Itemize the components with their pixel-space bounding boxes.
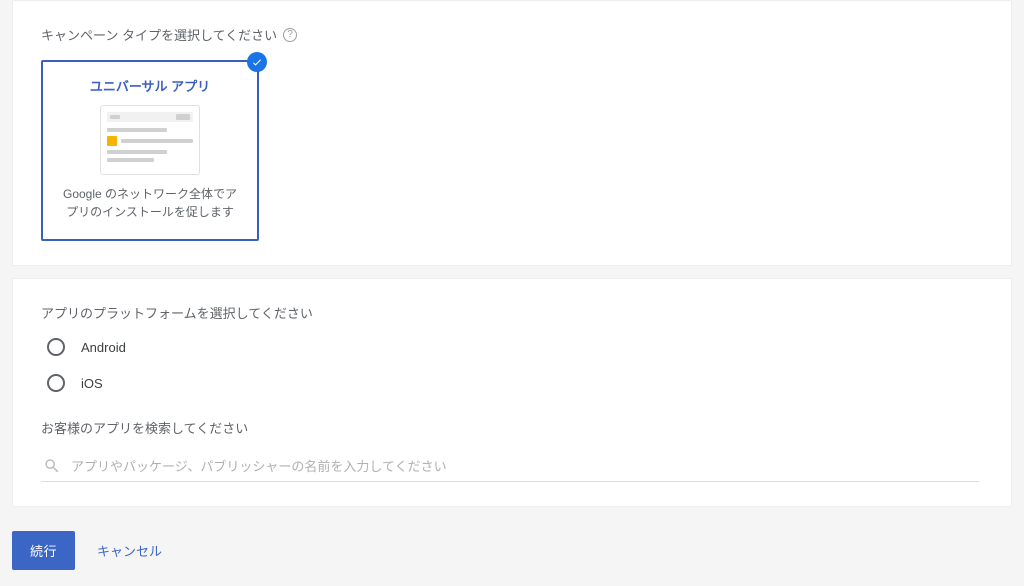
radio-icon: [47, 374, 65, 392]
footer-actions: 続行 キャンセル: [0, 519, 1024, 586]
continue-button[interactable]: 続行: [12, 531, 75, 570]
radio-icon: [47, 338, 65, 356]
campaign-illustration: [100, 105, 200, 175]
help-icon[interactable]: ?: [283, 28, 297, 42]
platform-option-label: iOS: [81, 376, 103, 391]
platform-option-label: Android: [81, 340, 126, 355]
search-icon: [43, 457, 61, 475]
campaign-type-card-section: キャンペーン タイプを選択してください ? ユニバーサル アプリ Google …: [12, 0, 1012, 266]
app-search-field[interactable]: [41, 451, 979, 482]
app-search-label: お客様のアプリを検索してください: [41, 418, 983, 437]
platform-option-android[interactable]: Android: [47, 338, 983, 356]
campaign-type-option-universal-app[interactable]: ユニバーサル アプリ Google のネットワーク全体でアプリのインストールを促…: [41, 60, 259, 241]
campaign-type-label-row: キャンペーン タイプを選択してください ?: [41, 25, 983, 44]
campaign-type-description: Google のネットワーク全体でアプリのインストールを促します: [53, 185, 247, 221]
app-search-input[interactable]: [71, 459, 977, 474]
platform-label: アプリのプラットフォームを選択してください: [41, 303, 983, 322]
campaign-type-label: キャンペーン タイプを選択してください: [41, 25, 277, 44]
campaign-type-title: ユニバーサル アプリ: [53, 76, 247, 95]
cancel-button[interactable]: キャンセル: [97, 541, 162, 560]
selected-check-icon: [247, 52, 267, 72]
platform-option-ios[interactable]: iOS: [47, 374, 983, 392]
platform-card-section: アプリのプラットフォームを選択してください Android iOS お客様のアプ…: [12, 278, 1012, 507]
